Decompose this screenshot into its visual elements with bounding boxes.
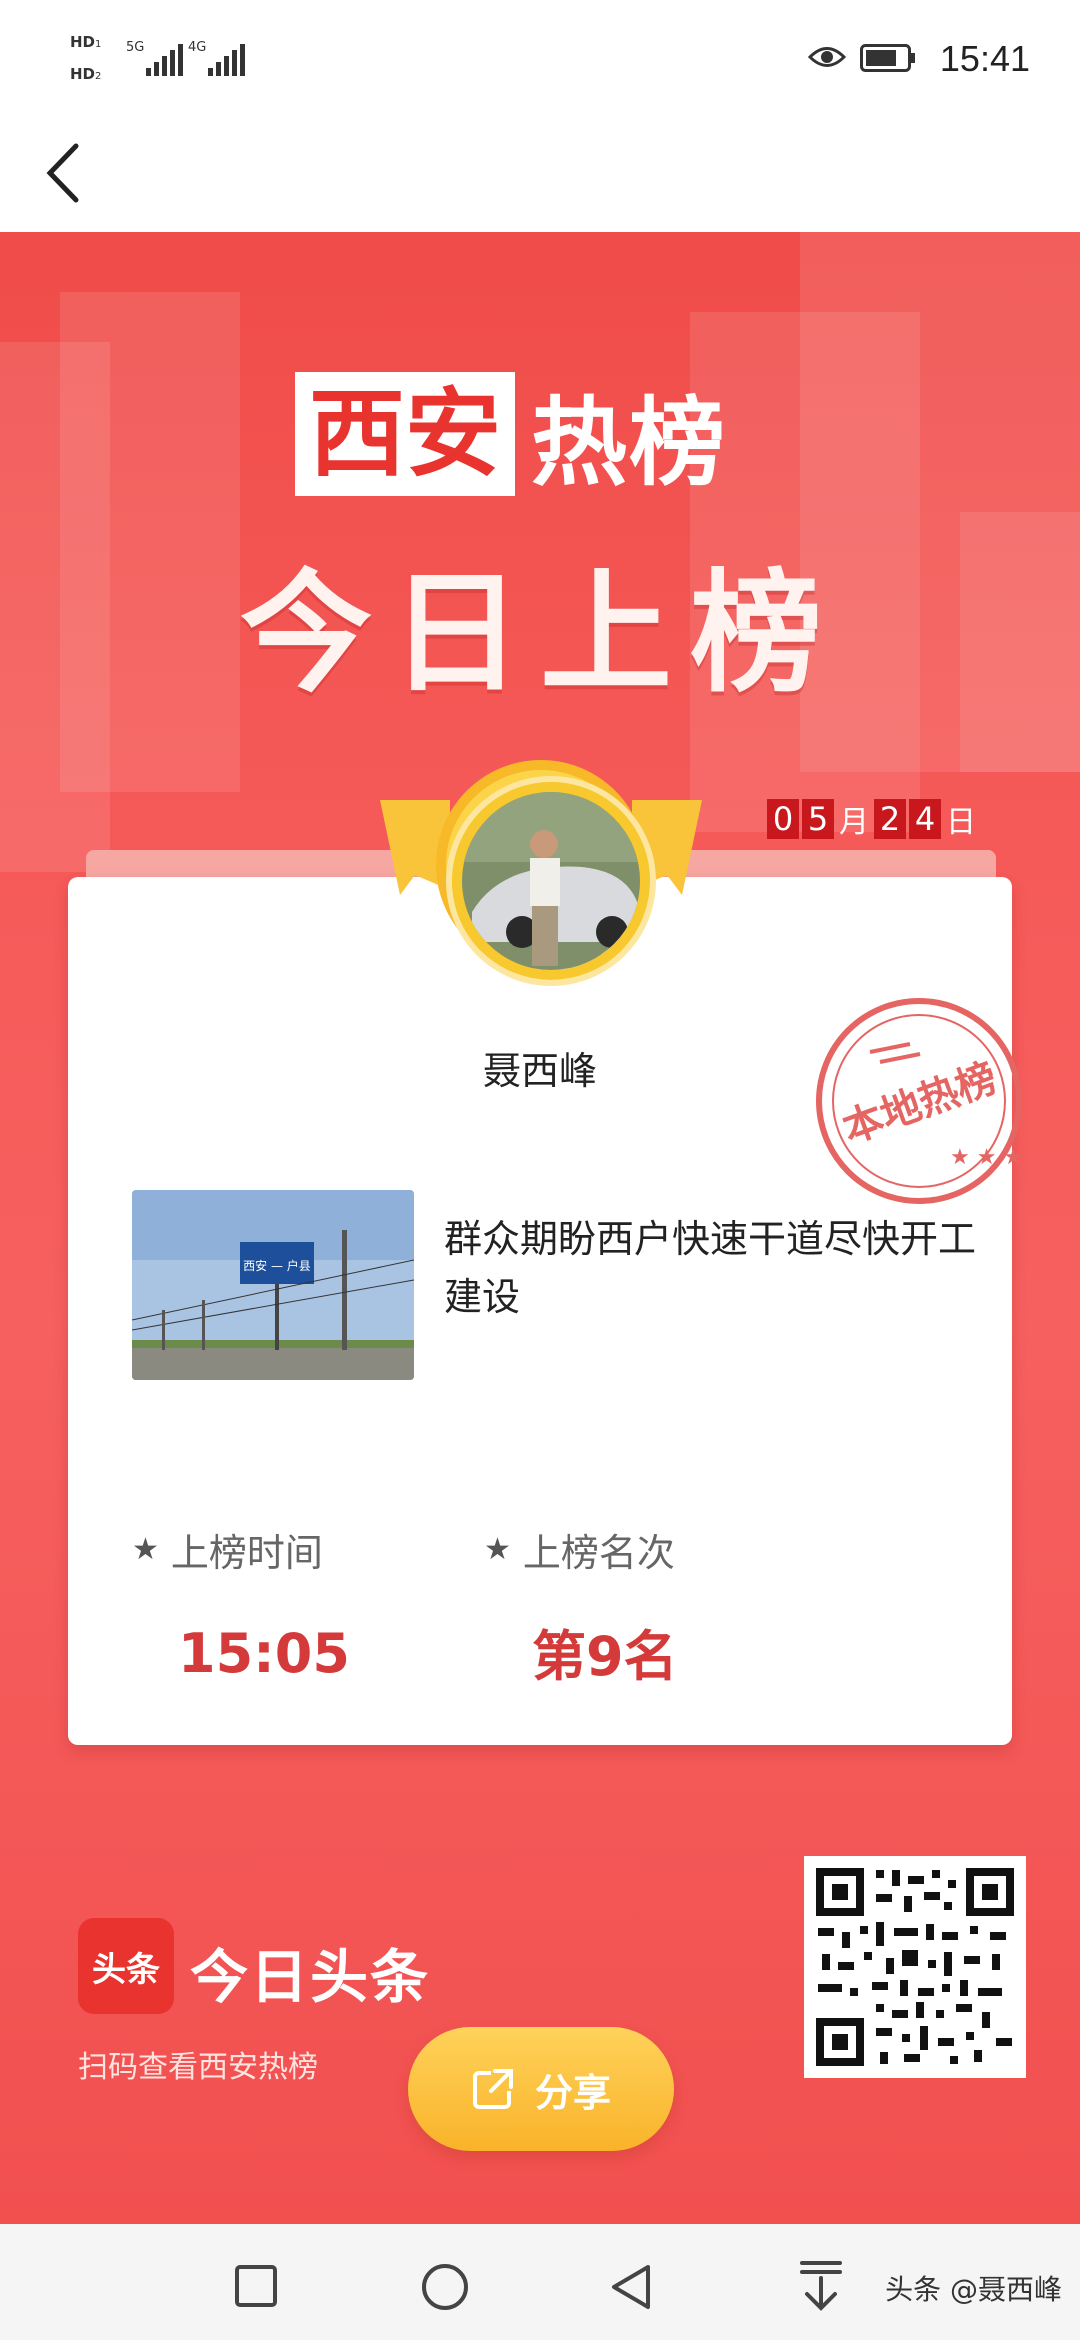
hd2-indicator: HD2	[70, 65, 102, 83]
today-on-list-heading: 今日上榜	[240, 557, 840, 711]
watermark: 头条 @聂西峰	[885, 2273, 1062, 2306]
city-label: 西安	[295, 372, 515, 496]
circle-home-icon[interactable]	[420, 2262, 470, 2312]
rank-time-label-text: 上榜时间	[170, 1531, 323, 1575]
square-recent-icon[interactable]	[234, 2264, 278, 2308]
svg-text:西安 — 户县: 西安 — 户县	[243, 1258, 311, 1273]
nav-bar	[0, 120, 1080, 232]
scan-hint: 扫码查看西安热榜	[78, 2050, 318, 2085]
date-digit: 5	[802, 799, 834, 839]
signal-icon	[146, 44, 183, 76]
article-thumbnail[interactable]: 西安 — 户县	[132, 1190, 414, 1380]
qr-code	[804, 1856, 1026, 2078]
triangle-back-icon[interactable]	[608, 2262, 654, 2312]
star-icon: ★	[484, 1532, 511, 1567]
share-label: 分享	[534, 2070, 611, 2115]
rank-position-value: 第9名	[532, 1625, 678, 1688]
share-button[interactable]: 分享	[408, 2027, 674, 2151]
avatar	[452, 782, 650, 980]
network-5g-label: 5G	[126, 40, 145, 55]
download-arrow-icon[interactable]	[798, 2258, 844, 2312]
article-title[interactable]: 群众期盼西户快速干道尽快开工建设	[444, 1210, 984, 1326]
rank-time-value: 15:05	[178, 1622, 350, 1685]
rank-position-label-text: 上榜名次	[522, 1531, 675, 1575]
hot-list-label: 热榜	[531, 386, 727, 499]
app-name: 今日头条	[190, 1943, 431, 2011]
date-digit: 2	[874, 799, 906, 839]
date-badge: 0 5 月 2 4 日	[767, 797, 978, 841]
month-unit: 月	[839, 805, 869, 840]
date-digit: 4	[909, 799, 941, 839]
local-hot-stamp: 本地热榜 ★ ★ ★	[816, 998, 1023, 1204]
share-icon	[472, 2069, 513, 2109]
date-digit: 0	[767, 799, 799, 839]
toutiao-logo: 头条	[78, 1918, 174, 2014]
eye-icon	[808, 47, 846, 67]
signal-icon-2	[208, 44, 245, 76]
day-unit: 日	[946, 805, 976, 840]
battery-icon	[860, 44, 915, 72]
poster-title: 西安 热榜	[295, 372, 727, 499]
rank-position-label: ★ 上榜名次	[484, 1522, 675, 1577]
svg-text:★ ★ ★: ★ ★ ★	[950, 1145, 1023, 1170]
status-bar: HD1 HD2 5G 4G 15:41	[0, 0, 1080, 120]
rank-time-label: ★ 上榜时间	[132, 1522, 323, 1577]
clock: 15:41	[939, 38, 1030, 79]
hot-list-poster: 西安 热榜 今日上榜 0 5 月 2 4 日 聂西峰 本地热榜 ★ ★ ★ 西安…	[0, 232, 1080, 2224]
network-4g-label: 4G	[188, 40, 207, 55]
stamp-text: 本地热榜	[837, 1056, 1002, 1152]
star-icon: ★	[132, 1532, 159, 1567]
chevron-left-icon[interactable]	[40, 138, 90, 208]
hd1-indicator: HD1	[70, 33, 102, 51]
